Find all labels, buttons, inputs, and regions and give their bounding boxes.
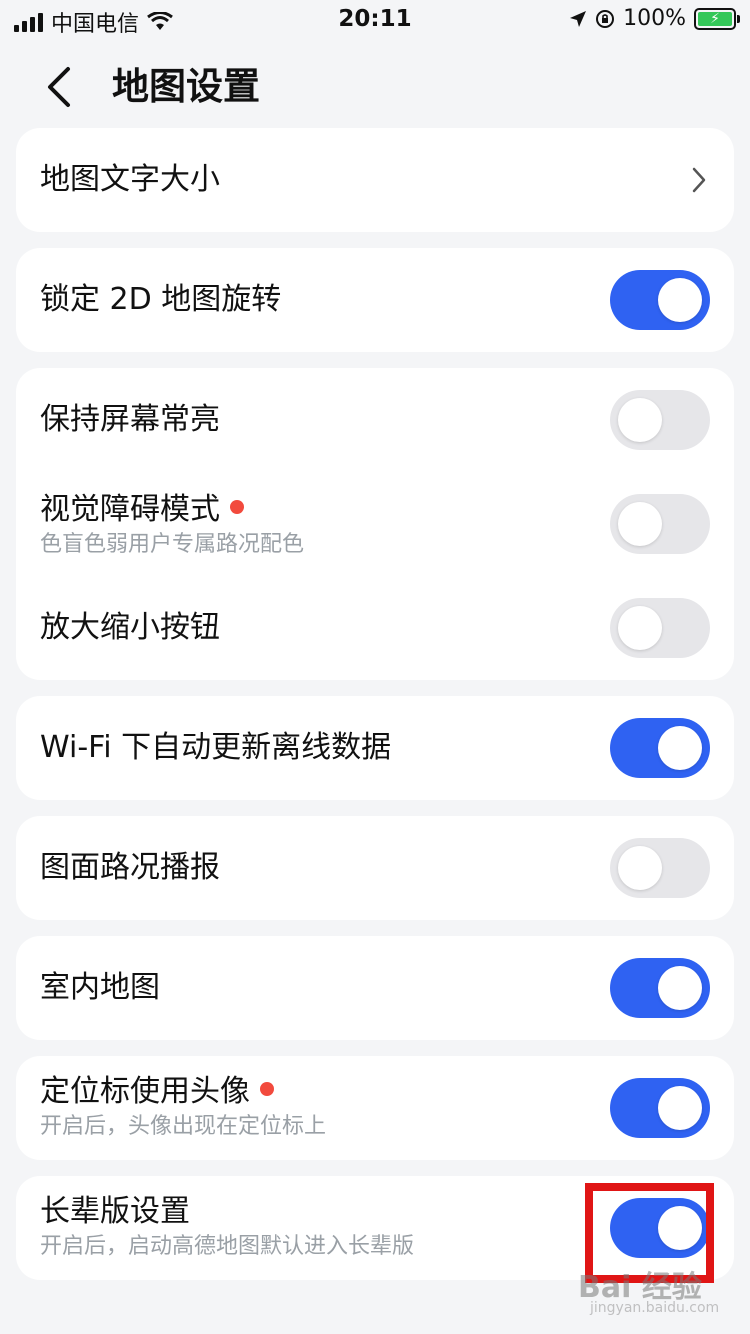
settings-card: 图面路况播报: [16, 816, 734, 920]
setting-label: 锁定 2D 地图旋转: [40, 282, 282, 317]
new-badge-dot: [230, 499, 244, 514]
setting-row-avatar-locator: 定位标使用头像 开启后，头像出现在定位标上: [16, 1056, 734, 1160]
avatar-locator-toggle[interactable]: [610, 1078, 710, 1138]
indoor-map-toggle[interactable]: [610, 958, 710, 1018]
settings-card: 定位标使用头像 开启后，头像出现在定位标上: [16, 1056, 734, 1160]
setting-label: 室内地图: [40, 970, 160, 1005]
setting-row-map-text-size[interactable]: 地图文字大小: [16, 128, 734, 232]
visual-impairment-mode-toggle[interactable]: [610, 494, 710, 554]
setting-label: 长辈版设置: [40, 1194, 190, 1229]
back-button[interactable]: [44, 62, 84, 112]
chevron-left-icon: [48, 67, 70, 107]
setting-subtitle: 开启后，启动高德地图默认进入长辈版: [40, 1234, 415, 1259]
page-title: 地图设置: [112, 65, 260, 108]
setting-row-lock-2d-rotation: 锁定 2D 地图旋转: [16, 248, 734, 352]
setting-row-wifi-offline-update: Wi-Fi 下自动更新离线数据: [16, 696, 734, 800]
nav-header: 地图设置: [0, 52, 750, 122]
setting-subtitle: 色盲色弱用户专属路况配色: [40, 532, 305, 557]
setting-row-indoor-map: 室内地图: [16, 936, 734, 1040]
setting-row-visual-impairment-mode: 视觉障碍模式 色盲色弱用户专属路况配色: [16, 472, 734, 576]
setting-label: 保持屏幕常亮: [40, 402, 220, 437]
location-arrow-icon: [570, 10, 587, 27]
battery-icon: ⚡: [694, 7, 740, 30]
setting-label: 图面路况播报: [40, 850, 220, 885]
keep-screen-on-toggle[interactable]: [610, 390, 710, 450]
setting-subtitle: 开启后，头像出现在定位标上: [40, 1114, 327, 1139]
setting-row-traffic-broadcast: 图面路况播报: [16, 816, 734, 920]
setting-label: 地图文字大小: [40, 162, 220, 197]
setting-label: 放大缩小按钮: [40, 610, 220, 645]
lock-2d-rotation-toggle[interactable]: [610, 270, 710, 330]
chevron-right-icon: [692, 167, 706, 193]
watermark-url: jingyan.baidu.com: [590, 1300, 720, 1316]
settings-card: 锁定 2D 地图旋转: [16, 248, 734, 352]
settings-card: 地图文字大小: [16, 128, 734, 232]
setting-label: 定位标使用头像: [40, 1072, 274, 1112]
status-right: 100% ⚡: [569, 6, 740, 31]
status-bar: 中国电信 20:11 100% ⚡: [0, 0, 750, 42]
settings-card: Wi-Fi 下自动更新离线数据: [16, 696, 734, 800]
traffic-broadcast-toggle[interactable]: [610, 838, 710, 898]
battery-percent: 100%: [623, 6, 686, 31]
setting-row-zoom-buttons: 放大缩小按钮: [16, 576, 734, 680]
zoom-buttons-toggle[interactable]: [610, 598, 710, 658]
setting-label: Wi-Fi 下自动更新离线数据: [40, 730, 392, 765]
orientation-lock-icon: [596, 9, 615, 28]
wifi-offline-update-toggle[interactable]: [610, 718, 710, 778]
setting-label: 视觉障碍模式: [40, 490, 244, 530]
setting-row-keep-screen-on: 保持屏幕常亮: [16, 368, 734, 472]
settings-card: 室内地图: [16, 936, 734, 1040]
new-badge-dot: [260, 1081, 274, 1096]
settings-card: 保持屏幕常亮 视觉障碍模式 色盲色弱用户专属路况配色 放大缩小按钮: [16, 368, 734, 680]
